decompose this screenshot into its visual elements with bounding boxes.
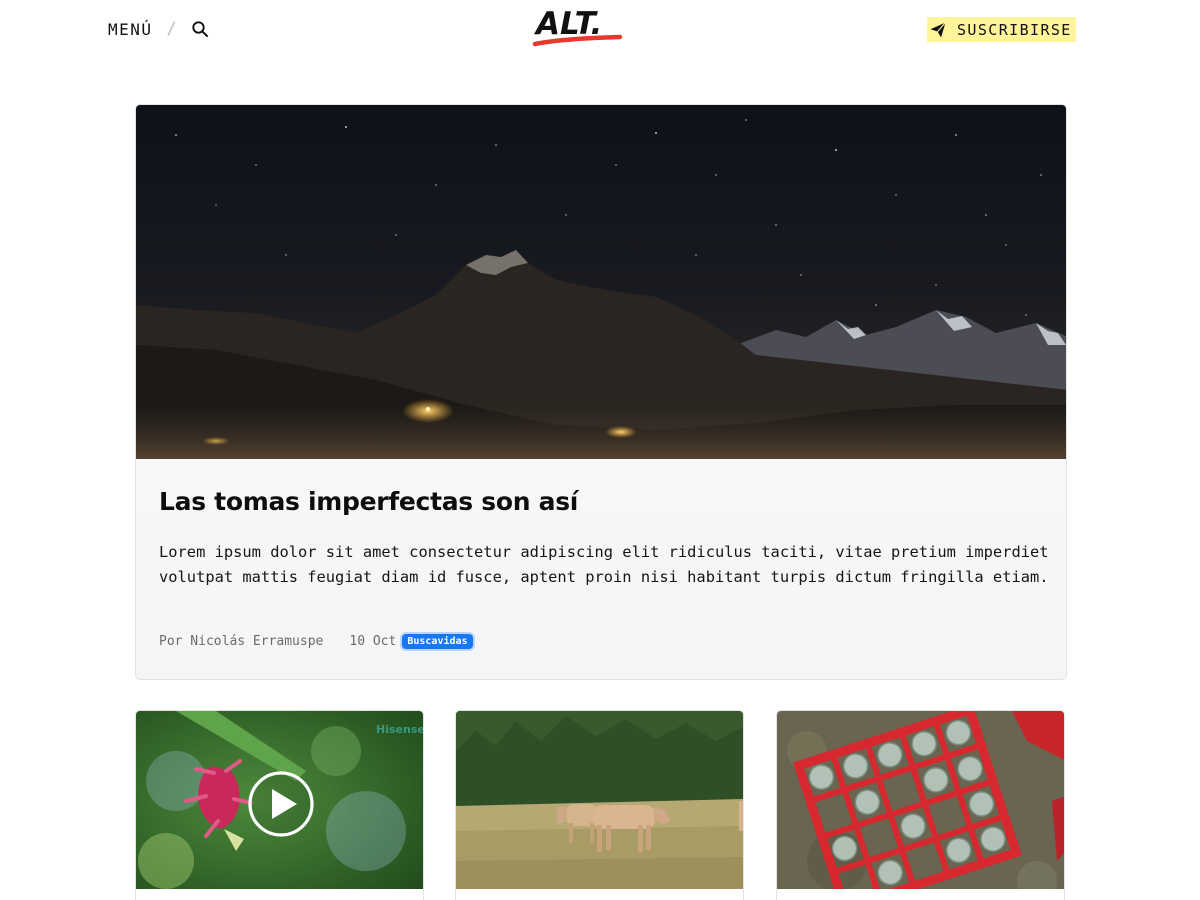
subscribe-button[interactable]: SUSCRIBIRSE xyxy=(927,17,1076,42)
play-icon[interactable] xyxy=(247,770,315,838)
card-image-bottle-crate xyxy=(777,711,1064,889)
featured-excerpt: Lorem ipsum dolor sit amet consectetur a… xyxy=(159,543,1049,586)
category-tag[interactable]: Buscavidas xyxy=(402,634,473,649)
article-card[interactable] xyxy=(455,710,744,900)
header-nav: MENÚ / xyxy=(108,18,209,40)
featured-meta: Por Nicolás Erramuspe 10 Oct Buscavidas xyxy=(159,634,473,649)
featured-article-card[interactable]: Las tomas imperfectas son así Lorem ipsu… xyxy=(135,104,1067,680)
author-name[interactable]: Por Nicolás Erramuspe xyxy=(159,634,323,649)
subscribe-label: SUSCRIBIRSE xyxy=(957,20,1072,39)
search-icon[interactable] xyxy=(191,20,209,38)
site-logo[interactable]: ALT. xyxy=(530,4,626,50)
svg-text:ALT.: ALT. xyxy=(533,6,602,42)
card-image-cows xyxy=(456,711,743,889)
article-card[interactable]: Hisense xyxy=(135,710,424,900)
article-card[interactable] xyxy=(776,710,1065,900)
featured-article-body: Las tomas imperfectas son así Lorem ipsu… xyxy=(136,459,1066,679)
paper-plane-icon xyxy=(930,21,946,37)
menu-button[interactable]: MENÚ xyxy=(108,20,153,39)
featured-image xyxy=(136,105,1066,459)
featured-title[interactable]: Las tomas imperfectas son así xyxy=(159,487,578,516)
svg-text:Hisense: Hisense xyxy=(376,723,424,736)
site-header: MENÚ / ALT. SUSCRIBIRSE xyxy=(0,0,1200,60)
nav-separator: / xyxy=(166,19,177,39)
publish-date: 10 Oct xyxy=(349,634,397,649)
